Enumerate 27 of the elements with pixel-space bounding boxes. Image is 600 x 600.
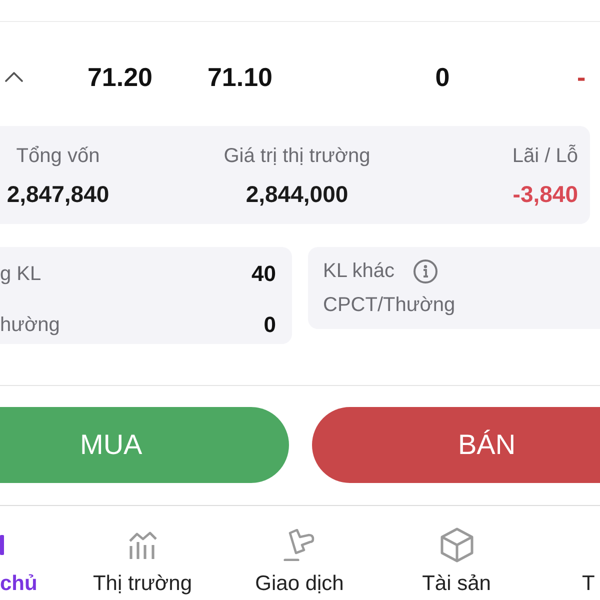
price-value: 0 — [435, 62, 450, 92]
volume-label: hường — [0, 313, 60, 338]
gavel-icon[interactable] — [282, 529, 316, 561]
nav-tab[interactable]: Thị trường — [92, 571, 192, 597]
chevron-up-icon[interactable] — [5, 72, 23, 82]
price-value: 71.20 — [87, 62, 153, 92]
other-volume-label: KL khác — [323, 259, 395, 284]
volume-value: 0 — [264, 311, 276, 339]
nav-tab[interactable]: Giao dịch — [255, 571, 344, 597]
summary-value: 2,847,840 — [6, 180, 110, 208]
volume-value: 40 — [252, 260, 276, 288]
price-value: - — [577, 62, 586, 92]
sell-button[interactable]: BÁN — [312, 407, 600, 483]
info-icon[interactable] — [412, 258, 438, 284]
volume-label: g KL — [0, 262, 42, 287]
summary-label: Lãi / Lỗ — [512, 144, 578, 168]
other-volume-subtitle: CPCT/Thường — [323, 293, 456, 318]
chart-icon[interactable] — [128, 530, 158, 560]
summary-label: Tổng vốn — [16, 144, 100, 168]
nav-tab[interactable]: T — [582, 571, 595, 597]
nav-tab[interactable]: Tài sản — [422, 571, 491, 597]
summary-label: Giá trị thị trường — [224, 144, 370, 168]
nav-tab[interactable]: chủ — [0, 571, 38, 597]
price-value: 71.10 — [207, 62, 273, 92]
summary-value: -3,840 — [512, 180, 578, 208]
summary-value: 2,844,000 — [246, 180, 348, 208]
cube-icon[interactable] — [440, 527, 474, 563]
